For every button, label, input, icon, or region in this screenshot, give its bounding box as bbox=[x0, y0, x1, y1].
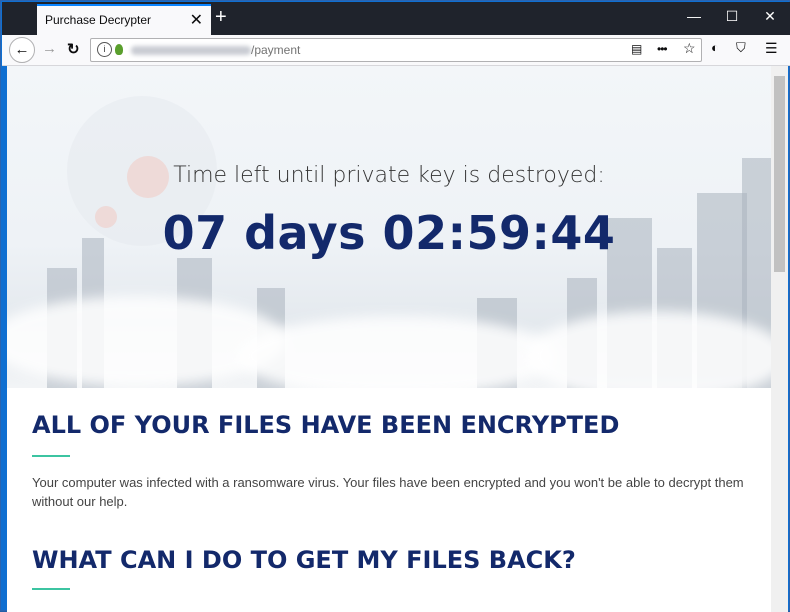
cloud bbox=[237, 316, 557, 388]
more-icon[interactable]: ••• bbox=[657, 42, 668, 56]
maximize-button[interactable]: ☐ bbox=[716, 8, 748, 25]
countdown-caption: Time left until private key is destroyed… bbox=[173, 163, 605, 188]
cloud bbox=[527, 311, 771, 388]
menu-icon[interactable]: ☰ bbox=[765, 40, 778, 57]
scrollbar-thumb[interactable] bbox=[774, 76, 785, 272]
tab-purchase-decrypter[interactable]: Purchase Decrypter ✕ bbox=[37, 4, 211, 36]
section-heading-get-files-back: WHAT CAN I DO TO GET MY FILES BACK? bbox=[32, 546, 576, 574]
minimize-button[interactable]: — bbox=[678, 8, 710, 24]
countdown-timer: 07 days 02:59:44 bbox=[162, 206, 616, 260]
title-bar: Purchase Decrypter ✕ + — ☐ ✕ bbox=[2, 2, 790, 36]
close-window-button[interactable]: ✕ bbox=[754, 8, 786, 25]
tab-title: Purchase Decrypter bbox=[45, 13, 152, 27]
browser-window: Purchase Decrypter ✕ + — ☐ ✕ ← → ↻ i /pa… bbox=[0, 0, 790, 612]
reader-view-icon[interactable]: ▤ bbox=[631, 42, 642, 56]
reload-button[interactable]: ↻ bbox=[67, 40, 80, 58]
shield-icon[interactable]: ◐ bbox=[711, 40, 719, 55]
site-info-icon[interactable]: i bbox=[97, 42, 112, 57]
tab-close-icon[interactable]: ✕ bbox=[190, 10, 203, 30]
hero-banner: Time left until private key is destroyed… bbox=[7, 66, 771, 388]
tracking-shield-icon[interactable]: ⛉ bbox=[736, 40, 746, 56]
bookmark-star-icon[interactable]: ☆ bbox=[683, 40, 696, 57]
vertical-scrollbar[interactable] bbox=[771, 66, 788, 612]
page-content: Time left until private key is destroyed… bbox=[7, 66, 771, 612]
back-button[interactable]: ← bbox=[9, 37, 35, 63]
section-heading-encrypted: ALL OF YOUR FILES HAVE BEEN ENCRYPTED bbox=[32, 411, 620, 439]
heading-underline bbox=[32, 588, 70, 590]
url-path: /payment bbox=[251, 43, 301, 57]
new-tab-button[interactable]: + bbox=[215, 6, 227, 29]
address-bar[interactable]: i /payment ▤ ••• ☆ bbox=[90, 38, 702, 62]
section-body-encrypted: Your computer was infected with a ransom… bbox=[32, 475, 744, 509]
tor-onion-icon bbox=[115, 44, 123, 55]
heading-underline bbox=[32, 455, 70, 457]
cloud bbox=[7, 296, 287, 386]
navigation-bar: ← → ↻ i /payment ▤ ••• ☆ ◐ ⛉ ☰ bbox=[2, 35, 790, 66]
blurred-domain bbox=[131, 46, 251, 55]
forward-button[interactable]: → bbox=[42, 40, 57, 57]
